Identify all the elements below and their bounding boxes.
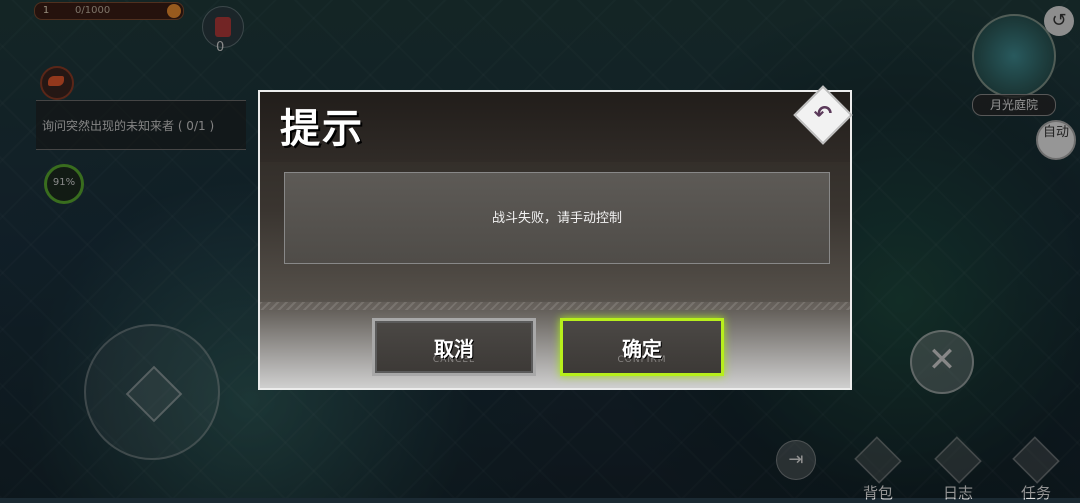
dialog-title: 提示 [280,106,364,152]
dialog-message: 战斗失败，请手动控制 [491,211,622,226]
cancel-label: 取消 [434,337,474,361]
dialog-back-button[interactable]: ↶ [793,85,853,145]
confirm-button[interactable]: CONFIRM 确定 [560,318,724,376]
dialog-message-box: 战斗失败，请手动控制 [284,172,830,264]
undo-icon: ↶ [813,102,833,127]
dialog-divider [260,302,850,310]
dialog-header: 提示 [260,92,850,162]
confirm-label: 确定 [622,337,662,361]
cancel-button[interactable]: CANCEL 取消 [372,318,536,376]
alert-dialog: 提示 ↶ 战斗失败，请手动控制 CANCEL 取消 CONFIRM 确定 [258,85,853,390]
